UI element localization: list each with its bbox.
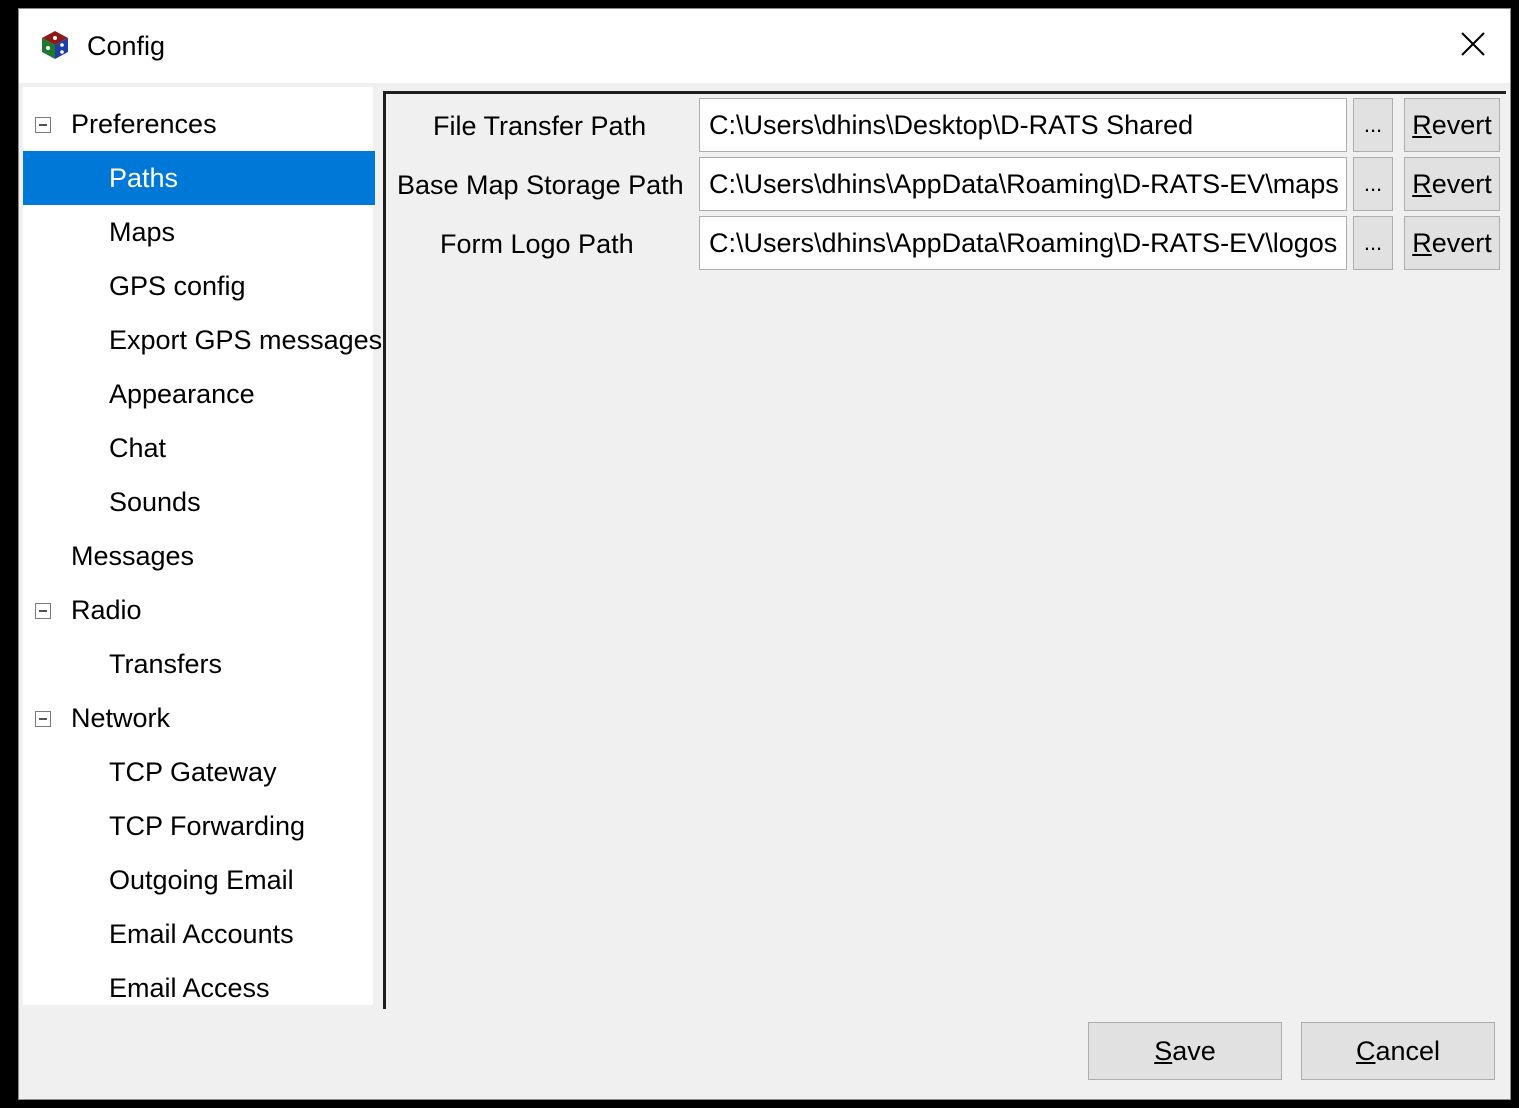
tree-item-paths[interactable]: Paths bbox=[23, 151, 375, 205]
tree-item-label: TCP Forwarding bbox=[109, 811, 306, 841]
base-map-storage-path-field[interactable]: C:\Users\dhins\AppData\Roaming\D-RATS-EV… bbox=[699, 157, 1347, 211]
tree-item-email-accounts[interactable]: Email Accounts bbox=[23, 907, 375, 961]
paths-panel: File Transfer Path C:\Users\dhins\Deskto… bbox=[383, 91, 1506, 1009]
tree-item-label: Paths bbox=[109, 163, 179, 193]
tree-item-label: Outgoing Email bbox=[109, 865, 294, 895]
tree-item-label: Email Access bbox=[109, 973, 270, 1003]
base-map-revert-button[interactable]: Revert bbox=[1404, 157, 1500, 211]
tree-item-label: Email Accounts bbox=[109, 919, 294, 949]
close-icon bbox=[1460, 31, 1486, 62]
tree-item-appearance[interactable]: Appearance bbox=[23, 367, 375, 421]
tree-item-label: Appearance bbox=[109, 379, 255, 409]
tree-item-tcp-forwarding[interactable]: TCP Forwarding bbox=[23, 799, 375, 853]
revert-accel: R bbox=[1412, 109, 1432, 140]
d-rats-cube-icon bbox=[39, 29, 71, 61]
file-transfer-path-field[interactable]: C:\Users\dhins\Desktop\D-RATS Shared bbox=[699, 98, 1347, 152]
tree-item-label: Radio bbox=[71, 595, 142, 625]
save-label: ave bbox=[1172, 1035, 1216, 1066]
collapse-icon[interactable] bbox=[35, 711, 51, 727]
close-button[interactable] bbox=[1436, 9, 1510, 83]
tree-item-label: Transfers bbox=[109, 649, 223, 679]
tree-item-label: Export GPS messages bbox=[109, 325, 383, 355]
revert-accel: R bbox=[1412, 227, 1432, 258]
file-transfer-revert-button[interactable]: Revert bbox=[1404, 98, 1500, 152]
form-logo-path-label: Form Logo Path bbox=[440, 229, 634, 259]
save-button[interactable]: Save bbox=[1088, 1022, 1282, 1080]
tree-item-preferences[interactable]: Preferences bbox=[23, 97, 375, 151]
tree-item-radio[interactable]: Radio bbox=[23, 583, 375, 637]
cancel-button[interactable]: Cancel bbox=[1301, 1022, 1495, 1080]
window-title: Config bbox=[87, 31, 166, 61]
tree-item-label: Maps bbox=[109, 217, 176, 247]
save-accel: S bbox=[1154, 1035, 1173, 1066]
base-map-storage-path-label: Base Map Storage Path bbox=[397, 170, 684, 200]
tree-item-tcp-gateway[interactable]: TCP Gateway bbox=[23, 745, 375, 799]
cancel-accel: C bbox=[1355, 1035, 1376, 1066]
revert-accel: R bbox=[1412, 168, 1432, 199]
form-logo-path-field[interactable]: C:\Users\dhins\AppData\Roaming\D-RATS-EV… bbox=[699, 216, 1347, 270]
tree-item-label: Chat bbox=[109, 433, 167, 463]
tree-item-export-gps-messages[interactable]: Export GPS messages bbox=[23, 313, 382, 367]
revert-label: evert bbox=[1431, 109, 1492, 140]
tree-item-label: Sounds bbox=[109, 487, 201, 517]
tree-item-network[interactable]: Network bbox=[23, 691, 375, 745]
collapse-icon[interactable] bbox=[35, 117, 51, 133]
config-window: Config Preferences Paths Maps GPS config… bbox=[18, 8, 1511, 1100]
tree-item-label: GPS config bbox=[109, 271, 246, 301]
tree-item-maps[interactable]: Maps bbox=[23, 205, 375, 259]
tree-item-chat[interactable]: Chat bbox=[23, 421, 375, 475]
tree-item-sounds[interactable]: Sounds bbox=[23, 475, 375, 529]
tree-item-transfers[interactable]: Transfers bbox=[23, 637, 375, 691]
cancel-label: ancel bbox=[1375, 1035, 1441, 1066]
settings-tree: Preferences Paths Maps GPS config Export… bbox=[23, 87, 382, 1005]
revert-label: evert bbox=[1431, 168, 1492, 199]
tree-item-messages[interactable]: Messages bbox=[23, 529, 375, 583]
file-transfer-path-label: File Transfer Path bbox=[433, 111, 647, 141]
tree-item-label: Messages bbox=[71, 541, 195, 571]
tree-item-label: Network bbox=[71, 703, 171, 733]
tree-item-outgoing-email[interactable]: Outgoing Email bbox=[23, 853, 375, 907]
tree-item-gps-config[interactable]: GPS config bbox=[23, 259, 375, 313]
form-logo-browse-button[interactable]: ... bbox=[1353, 216, 1393, 270]
tree-item-label: TCP Gateway bbox=[109, 757, 277, 787]
base-map-browse-button[interactable]: ... bbox=[1353, 157, 1393, 211]
title-bar: Config bbox=[19, 9, 1510, 83]
revert-label: evert bbox=[1431, 227, 1492, 258]
form-logo-revert-button[interactable]: Revert bbox=[1404, 216, 1500, 270]
tree-item-email-access[interactable]: Email Access bbox=[23, 961, 375, 1015]
collapse-icon[interactable] bbox=[35, 603, 51, 619]
file-transfer-browse-button[interactable]: ... bbox=[1353, 98, 1393, 152]
tree-item-label: Preferences bbox=[71, 109, 217, 139]
